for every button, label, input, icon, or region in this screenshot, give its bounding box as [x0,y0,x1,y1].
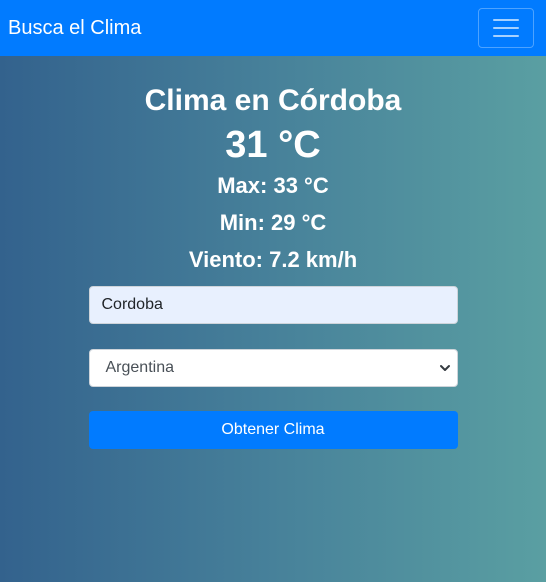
max-temperature: Max: 33 °C [217,173,329,198]
current-temperature: 31 °C [225,124,321,166]
brand-link[interactable]: Busca el Clima [8,17,141,40]
wind-speed: Viento: 7.2 km/h [188,247,358,272]
weather-title: Clima en Córdoba [144,84,402,117]
chevron-down-icon [439,365,450,371]
navbar: Busca el Clima [0,0,546,56]
hamburger-menu-icon [493,19,519,21]
weather-panel: Clima en Córdoba 31 °C Max: 33 °C Min: 2… [88,56,458,449]
country-select[interactable]: Argentina [88,349,458,387]
hamburger-menu-icon [493,35,519,37]
city-input[interactable] [88,286,458,324]
hamburger-menu-icon [493,27,519,29]
menu-toggle-button[interactable] [478,8,534,48]
country-select-value: Argentina [105,359,175,376]
weather-form: Argentina Obtener Clima [88,286,458,449]
get-weather-button[interactable]: Obtener Clima [88,411,458,449]
min-temperature: Min: 29 °C [219,210,327,235]
